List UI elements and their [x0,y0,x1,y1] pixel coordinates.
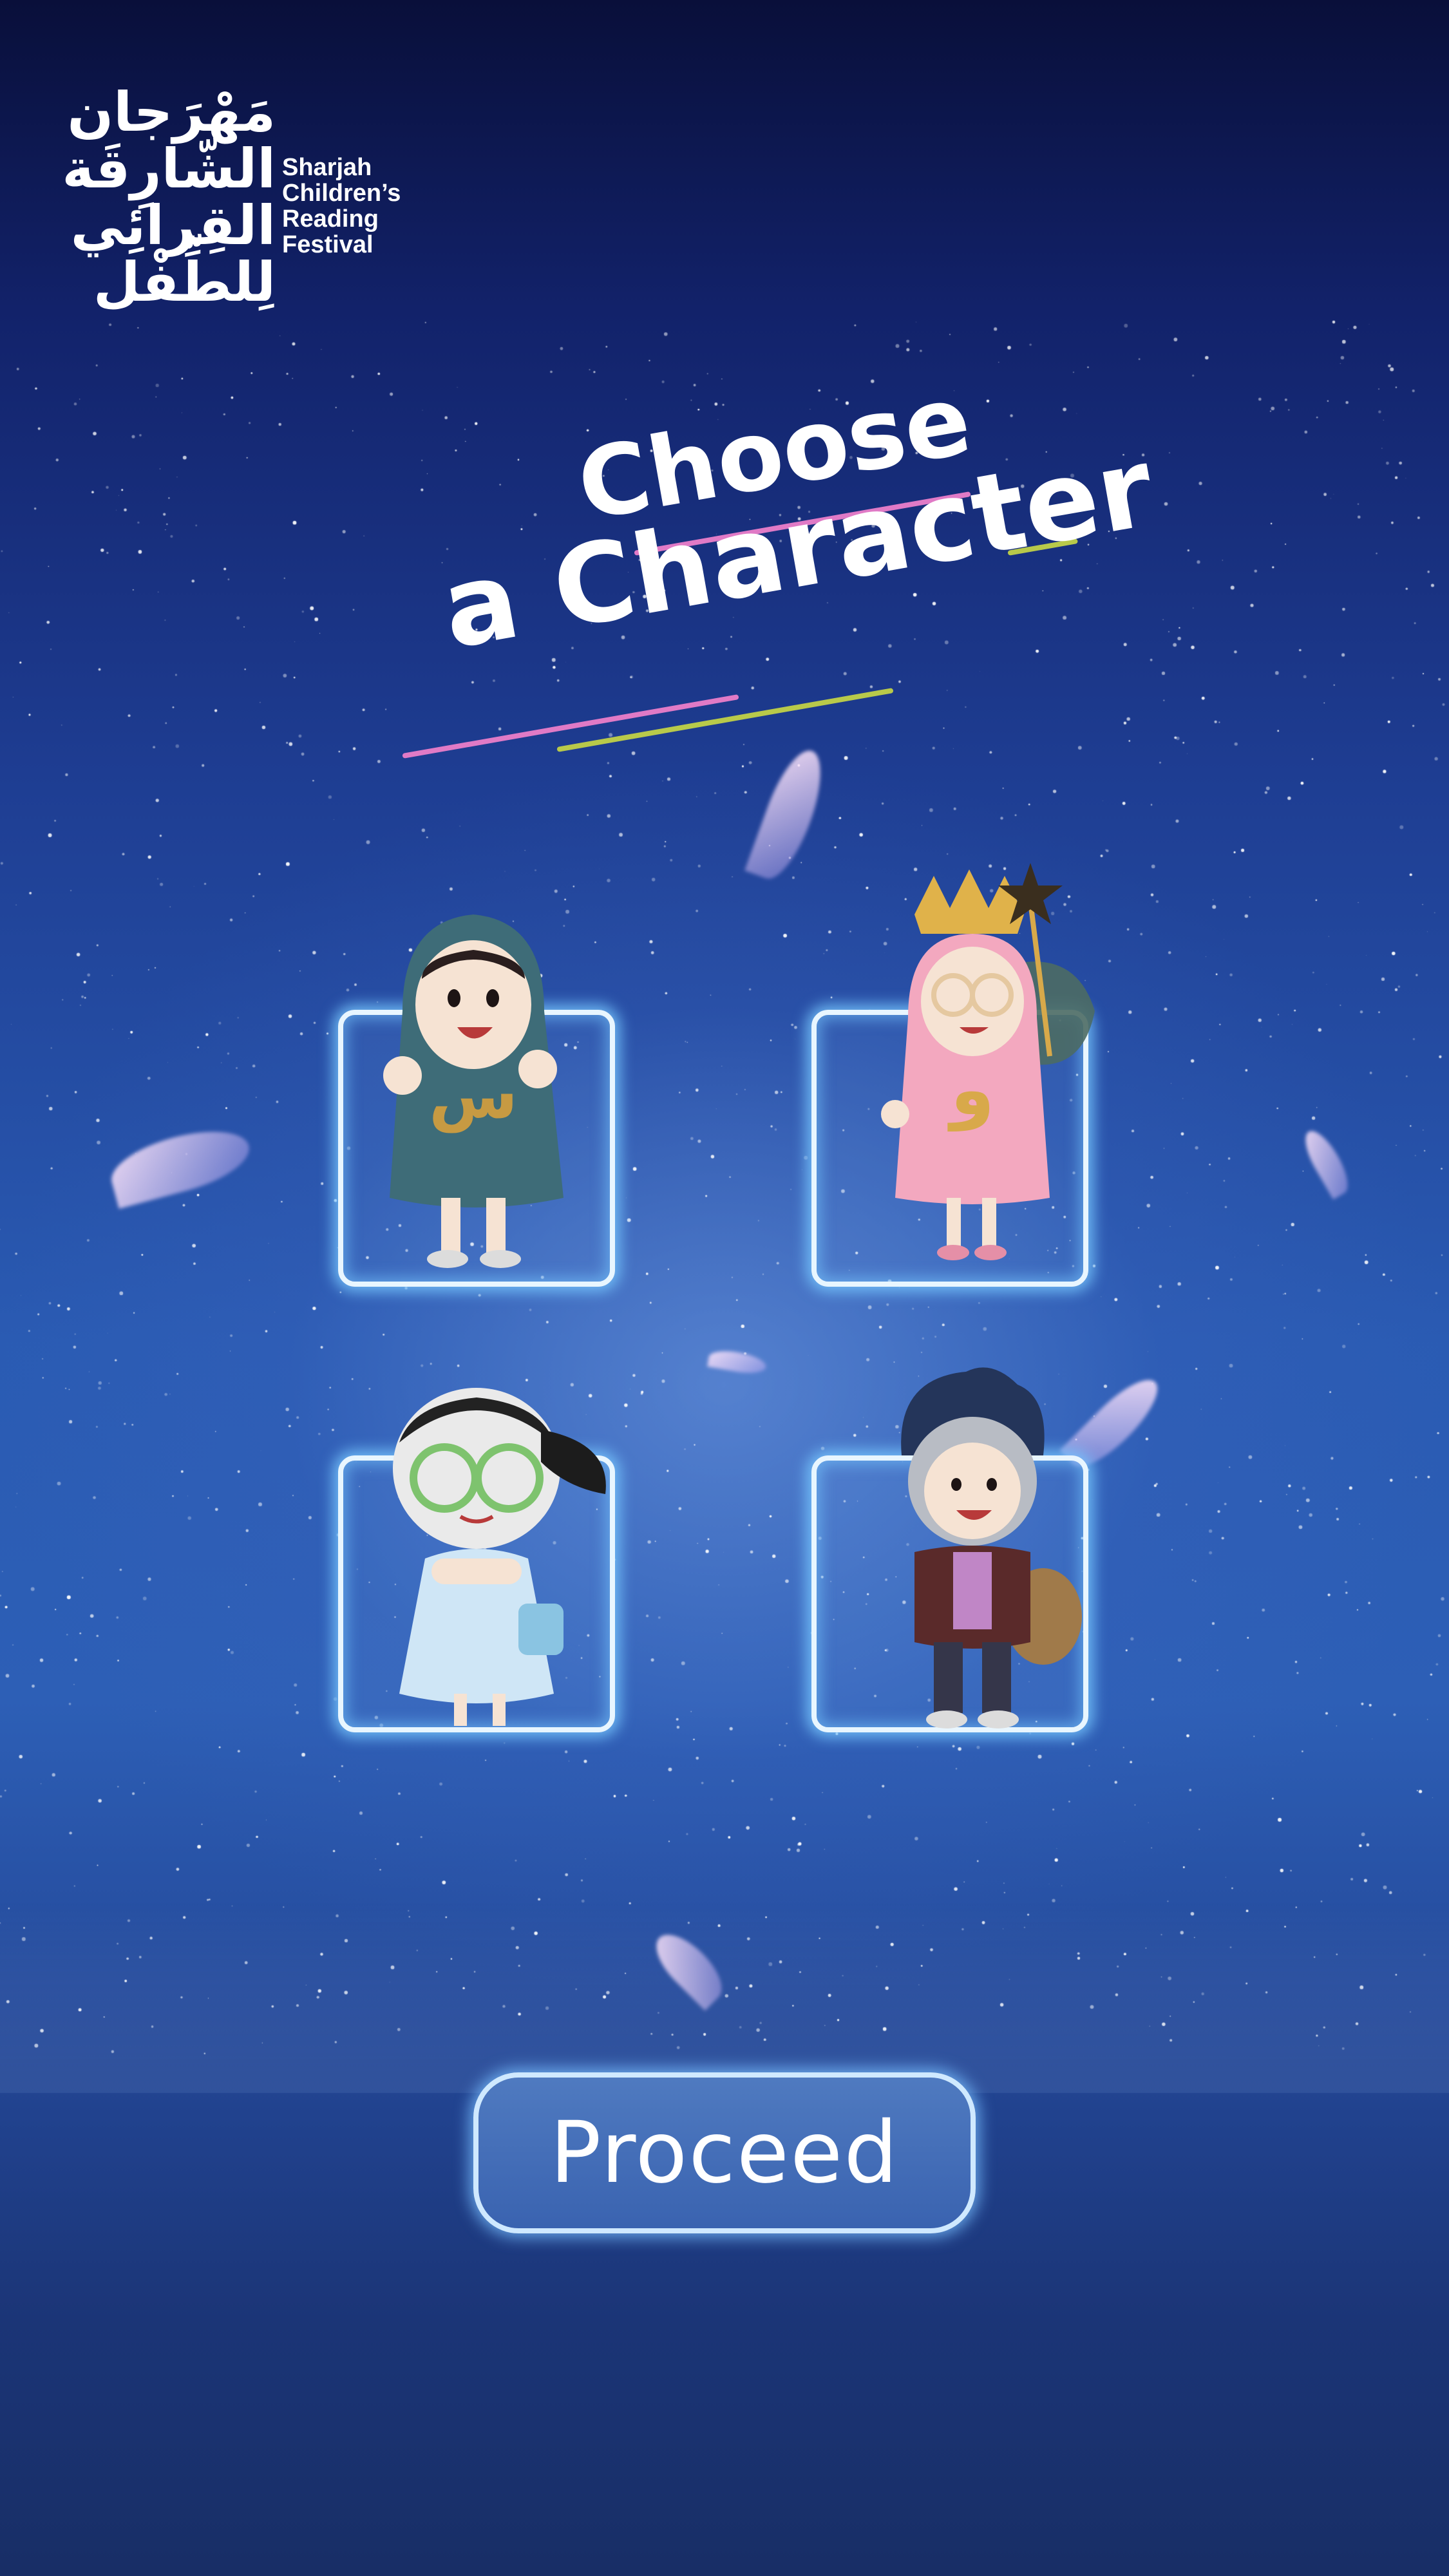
logo-arabic-line: القِرائِي [70,194,276,257]
character-spiky-hair-boy-figure [901,1367,1082,1728]
character-fairy-pink-figure: و [881,863,1095,1260]
petal-decoration [707,1347,768,1377]
petal-decoration [1298,1125,1356,1200]
logo-arabic-line: مَهْرَجان [67,80,276,144]
petal-decoration [104,1119,256,1209]
proceed-button-label: Proceed [549,2103,900,2202]
logo-english-line: Sharjah [282,154,372,181]
petal-decoration [645,1924,733,2011]
logo-english-line: Reading [282,205,379,232]
festival-logo: مَهْرَجان الشّارِقَة القِرائِي لِلطِّفْل… [62,80,437,341]
character-glyph: س [429,1057,518,1133]
logo-english-line: Children’s [282,180,401,207]
logo-english-text: Sharjah Children’s Reading Festival [282,155,401,258]
character-glasses-girl[interactable] [348,1352,631,1739]
logo-arabic-text: مَهْرَجان الشّارِقَة القِرائِي لِلطِّفْل [62,80,276,314]
logo-english-line: Festival [282,231,374,258]
character-hooded-blue[interactable]: س [332,895,615,1282]
proceed-button[interactable]: Proceed [473,2072,976,2233]
page-title: Choose a Character [386,364,1162,773]
character-hooded-blue-figure: س [383,914,564,1268]
character-glyph: و [947,1048,994,1132]
logo-arabic-line: لِلطِّفْل [93,251,276,314]
character-glasses-girl-figure [393,1388,606,1726]
character-fairy-pink[interactable]: و [837,863,1121,1282]
logo-arabic-line: الشّارِقَة [62,137,276,200]
character-spiky-hair-boy[interactable] [837,1359,1121,1745]
